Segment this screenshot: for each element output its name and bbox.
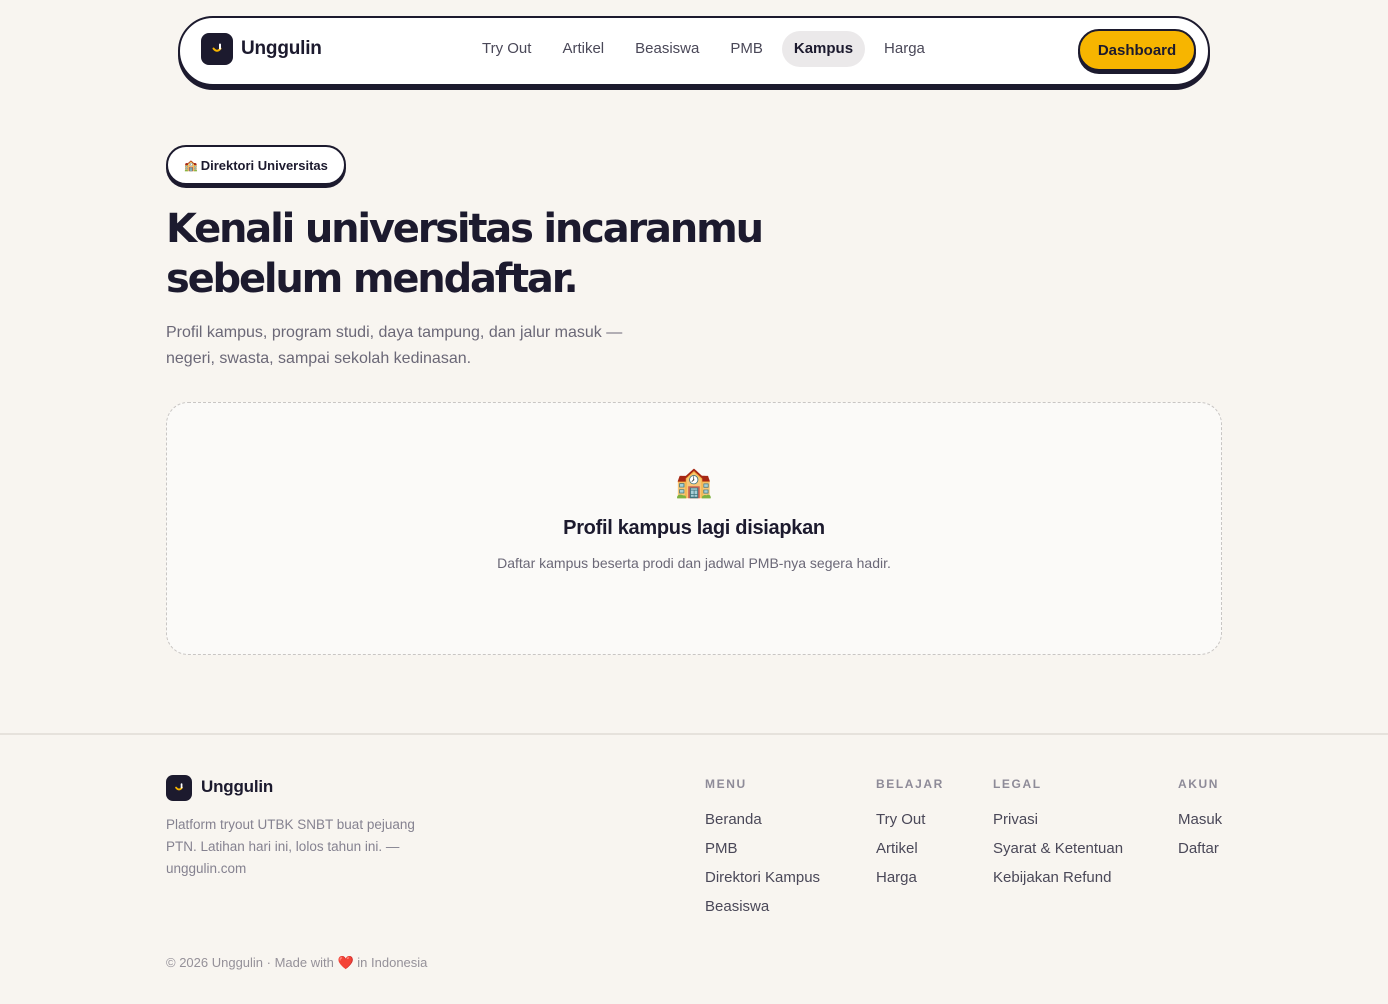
nav-link-beasiswa[interactable]: Beasiswa: [623, 31, 711, 67]
footer-heading: MENU: [705, 777, 747, 791]
page-title: Kenali universitas incaranmu sebelum men…: [166, 204, 846, 304]
footer-link-pmb[interactable]: PMB: [705, 834, 820, 863]
smile-icon[interactable]: [166, 775, 192, 801]
smile-icon[interactable]: [201, 33, 233, 65]
footer-link-kebijakan-refund[interactable]: Kebijakan Refund: [993, 863, 1123, 892]
title-line-2: sebelum mendaftar.: [166, 256, 579, 302]
footer-col-akun: AKUN Masuk Daftar: [1178, 777, 1222, 863]
footer-link-beasiswa[interactable]: Beasiswa: [705, 892, 820, 921]
nav-link-kampus[interactable]: Kampus: [781, 31, 866, 67]
nav-link-pmb[interactable]: PMB: [718, 31, 775, 67]
dashboard-button[interactable]: Dashboard: [1078, 29, 1196, 71]
badge-label: Direktori Universitas: [200, 157, 328, 173]
brand-name[interactable]: Unggulin: [241, 38, 322, 60]
copyright: © 2026 Unggulin · Made with ❤️ in Indone…: [166, 955, 427, 971]
footer-heading: AKUN: [1178, 777, 1220, 791]
main-nav: Try Out Artikel Beasiswa PMB Kampus Harg…: [470, 31, 944, 67]
section-badge: 🏫 Direktori Universitas: [166, 145, 346, 185]
nav-link-try-out[interactable]: Try Out: [470, 31, 543, 67]
footer-col-menu: MENU Beranda PMB Direktori Kampus Beasis…: [705, 777, 820, 921]
footer-link-artikel[interactable]: Artikel: [876, 834, 944, 863]
footer-brand-name[interactable]: Unggulin: [201, 777, 273, 797]
footer-link-beranda[interactable]: Beranda: [705, 805, 820, 834]
footer-heading: LEGAL: [993, 777, 1042, 791]
footer-col-legal: LEGAL Privasi Syarat & Ketentuan Kebijak…: [993, 777, 1123, 892]
subtitle-line-2: negeri, swasta, sampai sekolah kedinasan…: [166, 350, 472, 367]
footer-col-belajar: BELAJAR Try Out Artikel Harga: [876, 777, 944, 892]
school-icon: 🏫: [184, 159, 198, 172]
subtitle-line-1: Profil kampus, program studi, daya tampu…: [166, 324, 623, 341]
empty-state-title: Profil kampus lagi disiapkan: [563, 517, 825, 539]
footer-link-daftar[interactable]: Daftar: [1178, 834, 1222, 863]
empty-state-description: Daftar kampus beserta prodi dan jadwal P…: [497, 555, 891, 571]
title-line-1: Kenali universitas incaranmu: [166, 206, 764, 252]
page-subtitle: Profil kampus, program studi, daya tampu…: [166, 320, 656, 372]
nav-link-artikel[interactable]: Artikel: [550, 31, 616, 67]
footer-link-direktori-kampus[interactable]: Direktori Kampus: [705, 863, 820, 892]
nav-link-harga[interactable]: Harga: [872, 31, 937, 67]
footer-heading: BELAJAR: [876, 777, 944, 791]
empty-state-card: 🏫 Profil kampus lagi disiapkan Daftar ka…: [166, 402, 1222, 655]
heart-icon: ❤️: [337, 955, 354, 970]
footer: Unggulin Platform tryout UTBK SNBT buat …: [0, 733, 1388, 1004]
footer-link-masuk[interactable]: Masuk: [1178, 805, 1222, 834]
footer-about: Platform tryout UTBK SNBT buat pejuang P…: [166, 817, 415, 876]
footer-link-harga[interactable]: Harga: [876, 863, 944, 892]
school-icon: 🏫: [675, 466, 713, 499]
top-navbar: Unggulin Try Out Artikel Beasiswa PMB Ka…: [178, 16, 1210, 86]
copyright-prefix: © 2026 Unggulin · Made with: [166, 955, 334, 970]
footer-link-syarat-ketentuan[interactable]: Syarat & Ketentuan: [993, 834, 1123, 863]
copyright-suffix: in Indonesia: [357, 955, 428, 970]
footer-link-privasi[interactable]: Privasi: [993, 805, 1123, 834]
footer-link-try-out[interactable]: Try Out: [876, 805, 944, 834]
